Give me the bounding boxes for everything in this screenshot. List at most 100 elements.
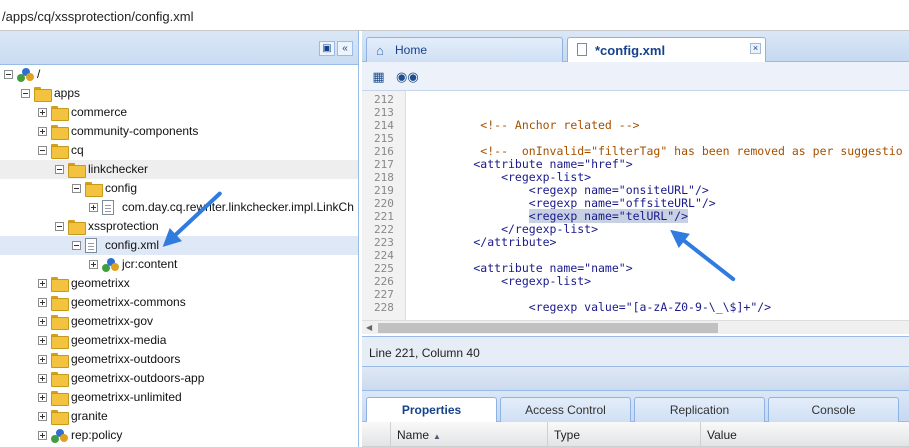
tree-row[interactable]: com.day.cq.rewriter.linkchecker.impl.Lin…	[0, 198, 358, 217]
tab-console[interactable]: Console	[768, 397, 899, 422]
tab-access-control[interactable]: Access Control	[500, 397, 631, 422]
line-number: 216	[374, 145, 394, 158]
expand-icon[interactable]	[38, 431, 47, 440]
column-value-label: Value	[707, 428, 737, 442]
tree-row[interactable]: jcr:content	[0, 255, 358, 274]
code-line: 226 <regexp-list>	[362, 274, 909, 289]
tab-config-xml[interactable]: *config.xml ×	[567, 37, 766, 63]
code-line: 214 <!-- Anchor related -->	[362, 118, 909, 133]
tree-label: geometrixx-gov	[71, 314, 154, 328]
folder-icon	[68, 220, 86, 235]
tree-label: geometrixx	[71, 276, 130, 290]
tree-row[interactable]: config	[0, 179, 358, 198]
collapse-icon[interactable]	[21, 89, 30, 98]
expand-icon[interactable]	[38, 279, 47, 288]
tree-label: linkchecker	[88, 162, 149, 176]
folder-icon	[51, 334, 69, 349]
code-text: <!-- Anchor related -->	[418, 118, 640, 132]
folder-icon	[51, 410, 69, 425]
collapse-icon[interactable]	[55, 222, 64, 231]
tree-row[interactable]: geometrixx-unlimited	[0, 388, 358, 407]
tree-row[interactable]: geometrixx-gov	[0, 312, 358, 331]
tree-row[interactable]: community-components	[0, 122, 358, 141]
line-number: 222	[374, 223, 394, 236]
collapse-icon[interactable]	[55, 165, 64, 174]
column-type-label: Type	[554, 428, 581, 442]
tab-properties[interactable]: Properties	[366, 397, 497, 423]
folder-icon	[51, 277, 69, 292]
properties-grid-header: Name ▲ Type Value	[362, 422, 909, 447]
collapse-icon[interactable]	[72, 184, 81, 193]
tree-row[interactable]: commerce	[0, 103, 358, 122]
collapse-icon[interactable]	[38, 146, 47, 155]
line-number: 214	[374, 119, 394, 132]
tree-toolbar: ▣ «	[0, 31, 358, 65]
collapse-icon[interactable]	[72, 241, 81, 250]
expand-icon[interactable]	[89, 260, 98, 269]
expand-icon[interactable]	[38, 127, 47, 136]
code-text: <regexp-list>	[418, 274, 592, 288]
expand-icon[interactable]	[38, 374, 47, 383]
folder-icon	[51, 391, 69, 406]
expand-icon[interactable]	[38, 298, 47, 307]
tree-label: geometrixx-commons	[71, 295, 186, 309]
tree-row[interactable]: geometrixx-commons	[0, 293, 358, 312]
tab-replication[interactable]: Replication	[634, 397, 765, 422]
tree-row[interactable]: geometrixx-outdoors	[0, 350, 358, 369]
tree-row[interactable]: granite	[0, 407, 358, 426]
collapse-icon[interactable]	[4, 70, 13, 79]
panel-splitter[interactable]	[362, 366, 909, 391]
tree-row[interactable]: rep:policy	[0, 426, 358, 445]
line-number: 225	[374, 262, 394, 275]
expand-icon[interactable]	[38, 412, 47, 421]
horizontal-scrollbar[interactable]: ◀	[362, 320, 909, 334]
expand-icon[interactable]	[38, 355, 47, 364]
tree-row[interactable]: linkchecker	[0, 160, 358, 179]
tree-label: config.xml	[105, 238, 160, 252]
code-text: <regexp value="[a-zA-Z0-9-\_\$]+"/>	[418, 300, 772, 314]
expand-icon[interactable]	[38, 393, 47, 402]
expand-icon[interactable]	[38, 108, 47, 117]
expand-icon[interactable]	[89, 203, 98, 212]
collapse-panel-icon[interactable]: «	[337, 41, 353, 56]
tree-row[interactable]: geometrixx-outdoors-app	[0, 369, 358, 388]
tree-label: com.day.cq.rewriter.linkchecker.impl.Lin…	[122, 200, 354, 214]
tab-access-control-label: Access Control	[525, 403, 606, 417]
tree-row[interactable]: geometrixx	[0, 274, 358, 293]
address-bar[interactable]: /apps/cq/xssprotection/config.xml	[0, 0, 909, 31]
line-number: 212	[374, 93, 394, 106]
search-icon[interactable]: ◉◉	[396, 68, 419, 85]
line-number: 227	[374, 288, 394, 301]
root-node-icon	[17, 67, 34, 82]
line-number: 228	[374, 301, 394, 314]
folder-icon	[51, 315, 69, 330]
expand-icon[interactable]	[38, 336, 47, 345]
scroll-left-icon[interactable]: ◀	[366, 323, 372, 332]
editor-toolbar: ▦ ◉◉	[362, 62, 909, 91]
close-tab-icon[interactable]: ×	[750, 43, 761, 54]
file-icon	[85, 238, 97, 253]
sort-asc-icon: ▲	[433, 432, 441, 441]
line-number: 226	[374, 275, 394, 288]
editor-panel: ⌂ Home *config.xml × ▦ ◉◉ 212 213 214 <!--…	[362, 31, 909, 447]
home-icon: ⌂	[376, 43, 384, 58]
binoculars-icon[interactable]: ▣	[319, 41, 335, 56]
file-icon	[577, 43, 587, 56]
tree-label: community-components	[71, 124, 199, 138]
column-type[interactable]: Type	[547, 422, 700, 447]
tree-row[interactable]: geometrixx-media	[0, 331, 358, 350]
expand-icon[interactable]	[38, 317, 47, 326]
tree-label: apps	[54, 86, 81, 100]
tree-row[interactable]: cq	[0, 141, 358, 160]
tab-home[interactable]: ⌂ Home	[366, 37, 563, 62]
scrollbar-thumb[interactable]	[378, 323, 718, 333]
xml-code-editor[interactable]: 212 213 214 <!-- Anchor related --> 215 216 …	[362, 91, 909, 322]
column-value[interactable]: Value	[700, 422, 909, 447]
tab-properties-label: Properties	[401, 403, 462, 417]
format-icon[interactable]: ▦	[370, 68, 387, 85]
properties-tabstrip: Properties Access Control Replication Co…	[362, 391, 909, 423]
tree-row[interactable]: apps	[0, 84, 358, 103]
tree-label: geometrixx-outdoors-app	[71, 371, 205, 385]
column-name[interactable]: Name ▲	[390, 422, 547, 447]
tree-row[interactable]: /	[0, 65, 358, 84]
